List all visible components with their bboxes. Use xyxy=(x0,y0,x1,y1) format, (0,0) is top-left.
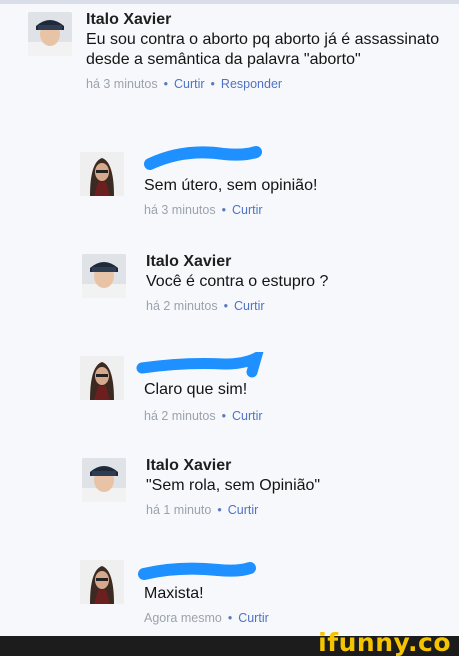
like-link[interactable]: Curtir xyxy=(228,503,259,517)
avatar-woman[interactable] xyxy=(80,356,124,400)
comment-meta: Agora mesmo • Curtir xyxy=(144,611,269,625)
reply-link[interactable]: Responder xyxy=(221,77,282,91)
like-link[interactable]: Curtir xyxy=(238,611,269,625)
comment-meta: há 3 minutos • Curtir xyxy=(144,203,263,217)
redaction-mark xyxy=(144,146,262,170)
comment-time[interactable]: há 2 minutos xyxy=(144,409,216,423)
comment-thread: Italo Xavier Eu sou contra o aborto pq a… xyxy=(0,0,459,636)
comment-meta: há 2 minutos • Curtir xyxy=(144,409,263,423)
like-link[interactable]: Curtir xyxy=(232,409,263,423)
comment-text: Sem útero, sem opinião! xyxy=(144,177,318,194)
watermark-bar: ifunny.co xyxy=(0,628,459,657)
like-link[interactable]: Curtir xyxy=(174,77,205,91)
avatar-italo[interactable] xyxy=(28,12,72,56)
top-divider xyxy=(0,0,459,4)
avatar-woman[interactable] xyxy=(80,560,124,604)
ifunny-watermark: ifunny.co xyxy=(318,628,451,657)
redaction-mark xyxy=(136,352,264,378)
comment-time[interactable]: há 3 minutos xyxy=(86,77,158,91)
comment-meta: há 2 minutos • Curtir xyxy=(146,299,265,313)
like-link[interactable]: Curtir xyxy=(234,299,265,313)
redaction-mark xyxy=(138,562,256,580)
comment-author[interactable]: Italo Xavier xyxy=(146,456,446,476)
avatar-woman[interactable] xyxy=(80,152,124,196)
comment-text: "Sem rola, sem Opinião" xyxy=(146,477,321,494)
avatar-italo[interactable] xyxy=(82,254,126,298)
comment-meta: há 1 minuto • Curtir xyxy=(146,503,259,517)
comment-text: Eu sou contra o aborto pq aborto já é as… xyxy=(86,31,440,68)
comment-time[interactable]: há 2 minutos xyxy=(146,299,218,313)
comment-time[interactable]: Agora mesmo xyxy=(144,611,222,625)
comment-author[interactable]: Italo Xavier xyxy=(146,252,446,272)
comment-text: Você é contra o estupro ? xyxy=(146,273,329,290)
comment-time[interactable]: há 3 minutos xyxy=(144,203,216,217)
comment-time[interactable]: há 1 minuto xyxy=(146,503,211,517)
comment-meta: há 3 minutos • Curtir • Responder xyxy=(86,77,283,91)
like-link[interactable]: Curtir xyxy=(232,203,263,217)
comment-author[interactable]: Italo Xavier xyxy=(86,10,442,30)
avatar-italo[interactable] xyxy=(82,458,126,502)
